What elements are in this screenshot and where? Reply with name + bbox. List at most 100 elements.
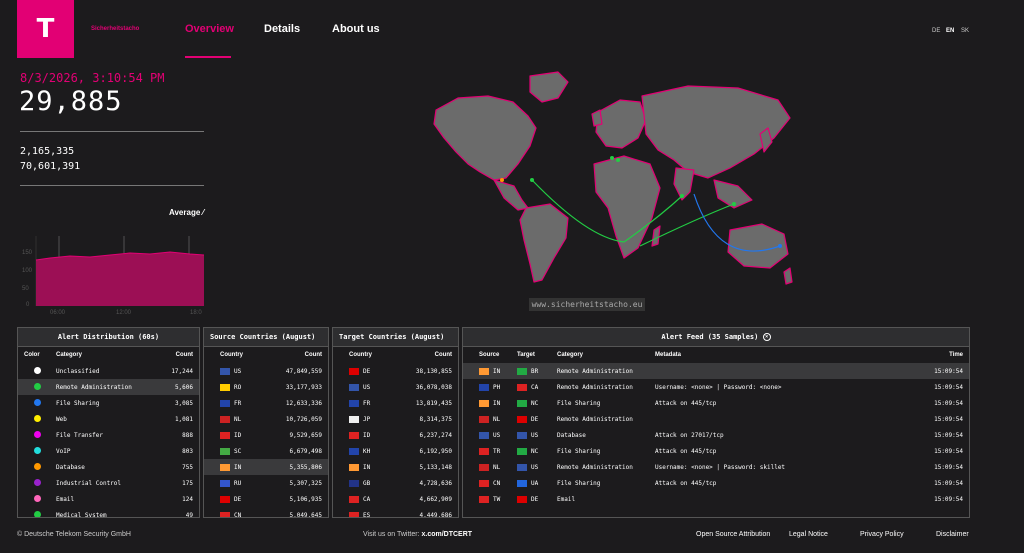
table-row[interactable]: ID 6,237,274 xyxy=(333,427,458,443)
col-category: Category xyxy=(56,352,83,358)
table-row[interactable]: TR NC File Sharing Attack on 445/tcp 15:09:5… xyxy=(463,443,969,459)
flag-icon xyxy=(349,463,359,471)
flag-icon xyxy=(517,415,527,423)
table-row[interactable]: Email 124 xyxy=(18,491,199,507)
flag-icon xyxy=(479,447,489,455)
category-count: 803 xyxy=(182,447,193,455)
country-code: US xyxy=(363,383,371,391)
source-countries-panel: Source Countries (August) Country Count … xyxy=(203,327,329,518)
category-color-dot xyxy=(34,446,41,454)
table-row[interactable]: FR 12,633,336 xyxy=(204,395,328,411)
target-countries-panel: Target Countries (August) Country Count … xyxy=(332,327,459,518)
table-row[interactable]: NL DE Remote Administration 15:09:54 xyxy=(463,411,969,427)
close-circle-icon[interactable]: × xyxy=(762,333,771,341)
table-row[interactable]: Database 755 xyxy=(18,459,199,475)
target-code: UA xyxy=(531,479,539,487)
lang-de[interactable]: DE xyxy=(932,28,940,34)
flag-icon xyxy=(479,383,489,391)
table-row[interactable]: KH 6,192,950 xyxy=(333,443,458,459)
table-row[interactable]: CN UA File Sharing Attack on 445/tcp 15:09:5… xyxy=(463,475,969,491)
panel-title: Alert Feed (35 Samples) × xyxy=(463,328,969,347)
table-row[interactable]: CN 5,049,645 xyxy=(204,507,328,517)
target-code: CA xyxy=(531,383,539,391)
table-row[interactable]: DE 38,130,855 xyxy=(333,363,458,379)
table-row[interactable]: RO 33,177,933 xyxy=(204,379,328,395)
europe xyxy=(595,99,647,149)
table-row[interactable]: US 36,078,038 xyxy=(333,379,458,395)
table-row[interactable]: Remote Administration 5,606 xyxy=(18,379,199,395)
table-row[interactable]: PH CA Remote Administration Username: <none… xyxy=(463,379,969,395)
category-name: Remote Administration xyxy=(56,383,132,391)
table-row[interactable]: JP 8,314,375 xyxy=(333,411,458,427)
table-row[interactable]: GB 4,728,636 xyxy=(333,475,458,491)
uk xyxy=(591,109,603,127)
source-code: IN xyxy=(493,367,501,375)
nav-about[interactable]: About us xyxy=(332,23,380,35)
table-row[interactable]: Web 1,081 xyxy=(18,411,199,427)
table-row[interactable]: Industrial Control 175 xyxy=(18,475,199,491)
table-row[interactable]: IN 5,355,806 xyxy=(204,459,328,475)
table-row[interactable]: CA 4,662,909 xyxy=(333,491,458,507)
country-cell: DE xyxy=(339,367,402,375)
table-row[interactable]: VoIP 803 xyxy=(18,443,199,459)
nav-overview[interactable]: Overview xyxy=(185,23,234,35)
logo-glyph: T xyxy=(36,14,55,44)
table-row[interactable]: NL US Remote Administration Username: <none… xyxy=(463,459,969,475)
lang-sk[interactable]: SK xyxy=(961,28,969,34)
table-row[interactable]: SC 6,679,498 xyxy=(204,443,328,459)
table-row[interactable]: ES 4,449,686 xyxy=(333,507,458,518)
country-cell: CA xyxy=(339,495,402,503)
table-row[interactable]: Unclassified 17,244 xyxy=(18,363,199,379)
world-map[interactable] xyxy=(418,68,794,290)
copyright: © Deutsche Telekom Security GmbH xyxy=(17,531,131,538)
country-code: US xyxy=(234,367,242,375)
target-cell: DE xyxy=(517,415,557,423)
category-name: Medical System xyxy=(56,511,107,518)
open-source-attribution-link[interactable]: Open Source Attribution xyxy=(696,531,770,538)
disclaimer-link[interactable]: Disclaimer xyxy=(936,531,969,538)
lang-en[interactable]: EN xyxy=(946,28,954,34)
flag-icon xyxy=(220,479,230,487)
twitter-prefix: Visit us on Twitter: xyxy=(363,531,422,538)
category-count: 5,606 xyxy=(174,383,193,391)
brand-name: Sicherheitstacho xyxy=(91,26,140,32)
table-row[interactable]: IN 5,133,148 xyxy=(333,459,458,475)
category: Remote Administration xyxy=(557,367,633,375)
attack-point xyxy=(778,244,782,248)
table-row[interactable]: TW DE Email 15:09:54 xyxy=(463,491,969,507)
telekom-logo[interactable]: T xyxy=(17,0,74,58)
legal-notice-link[interactable]: Legal Notice xyxy=(789,531,828,538)
table-row[interactable]: File Transfer 888 xyxy=(18,427,199,443)
privacy-policy-link[interactable]: Privacy Policy xyxy=(860,531,904,538)
table-row[interactable]: ID 9,529,659 xyxy=(204,427,328,443)
twitter-link[interactable]: Visit us on Twitter: x.com/DTCERT xyxy=(363,531,472,538)
twitter-handle[interactable]: x.com/DTCERT xyxy=(422,531,473,538)
country-count: 4,449,686 xyxy=(419,511,452,518)
source-code: IN xyxy=(493,399,501,407)
table-row[interactable]: US US Database Attack on 27017/tcp 15:09:54 xyxy=(463,427,969,443)
country-count: 8,314,375 xyxy=(419,415,452,423)
country-cell: FR xyxy=(339,399,402,407)
source-code: TR xyxy=(493,447,501,455)
india xyxy=(673,167,695,201)
table-header: Source Target Category Metadata Time xyxy=(463,347,969,363)
table-row[interactable]: DE 5,106,935 xyxy=(204,491,328,507)
table-row[interactable]: IN NC File Sharing Attack on 445/tcp 15:09:5… xyxy=(463,395,969,411)
source-cell: NL xyxy=(469,415,517,423)
table-row[interactable]: US 47,849,559 xyxy=(204,363,328,379)
country-count: 6,192,950 xyxy=(419,447,452,455)
nav-details[interactable]: Details xyxy=(264,23,300,35)
country-code: RU xyxy=(234,479,242,487)
target-cell: BR xyxy=(517,367,557,375)
table-row[interactable]: IN BR Remote Administration 15:09:54 xyxy=(463,363,969,379)
table-row[interactable]: File Sharing 3,085 xyxy=(18,395,199,411)
table-row[interactable]: RU 5,307,325 xyxy=(204,475,328,491)
table-row[interactable]: NL 10,726,059 xyxy=(204,411,328,427)
table-row[interactable]: Medical System 49 xyxy=(18,507,199,518)
color-cell xyxy=(24,510,56,517)
flag-icon xyxy=(220,447,230,455)
flag-icon xyxy=(517,495,527,503)
col-country: Country xyxy=(349,352,372,358)
table-row[interactable]: FR 13,819,435 xyxy=(333,395,458,411)
country-cell: KH xyxy=(339,447,402,455)
